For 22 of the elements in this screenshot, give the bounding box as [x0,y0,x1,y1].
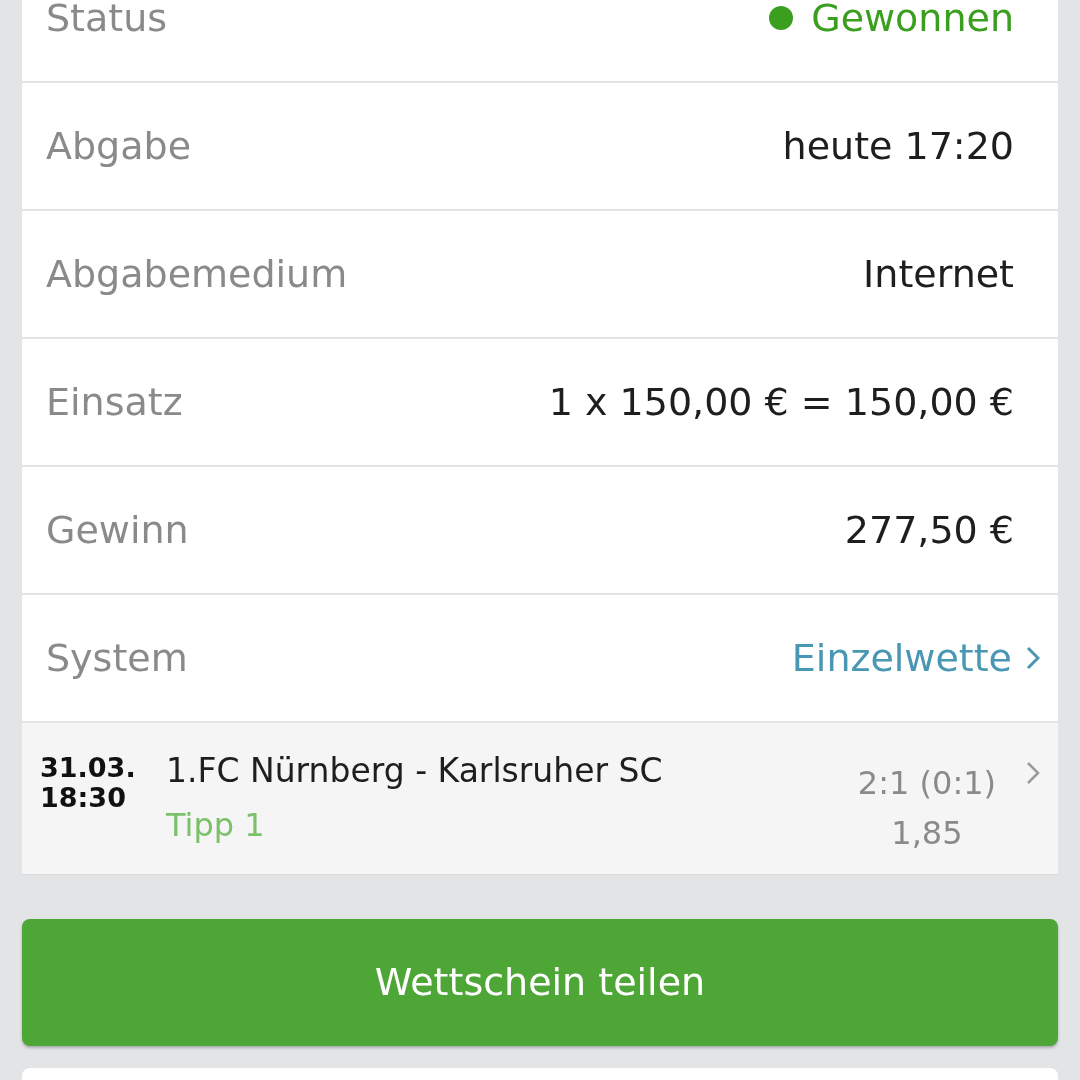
row-label: Gewinn [46,506,189,554]
match-date: 31.03. [40,753,137,783]
match-result: 2:1 (0:1) [857,765,996,801]
system-link[interactable]: Einzelwette [791,629,1040,687]
row-label: Einsatz [46,378,183,426]
chevron-right-icon [1026,646,1040,670]
match-odds: 1,85 [891,815,963,851]
match-teams: 1.FC Nürnberg - Karlsruher SC [166,753,664,789]
row-value: Internet [863,250,1014,298]
match-row[interactable]: 31.03. 18:30 1.FC Nürnberg - Karlsruher SC Tipp 1 2:1 (0:1) 1,85 [22,723,1058,875]
match-time: 18:30 [40,783,127,813]
row-label: Abgabe [46,122,192,170]
row-label: Status [46,0,168,42]
share-button[interactable]: Wettschein teilen [22,919,1058,1046]
chevron-right-icon [1026,761,1040,785]
tip-label: Tipp 1 [166,807,266,843]
row-label: Abgabemedium [46,250,348,298]
row-value: 1 x 150,00 € = 150,00 € [548,378,1014,426]
row-value: 277,50 € [844,506,1014,554]
row-value: Gewonnen [811,0,1014,42]
row-label: System [46,634,188,682]
row-value: heute 17:20 [782,122,1014,170]
